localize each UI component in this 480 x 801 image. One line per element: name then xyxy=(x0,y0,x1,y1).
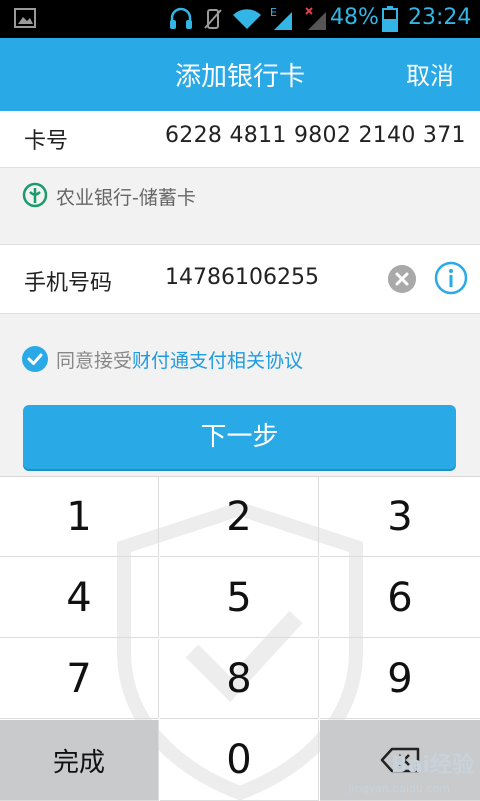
clock: 23:24 xyxy=(408,5,472,30)
agreement: 同意接受 财付通支付相关协议 xyxy=(22,344,303,374)
wifi-icon xyxy=(233,9,261,29)
title-bar: 添加银行卡 取消 xyxy=(0,38,480,111)
key-8[interactable]: 8 xyxy=(160,639,319,719)
battery-percent: 48% xyxy=(330,5,379,30)
card-number-row: 卡号 6228 4811 9802 2140 371 xyxy=(0,111,480,168)
agreement-text: 同意接受 xyxy=(56,349,133,372)
card-number-value: 6228 4811 9802 2140 371 xyxy=(165,123,466,148)
battery-icon xyxy=(382,6,398,32)
bank-name: 农业银行-储蓄卡 xyxy=(56,187,196,209)
status-bar: E 48% 23:24 xyxy=(0,0,480,38)
key-4[interactable]: 4 xyxy=(0,558,159,638)
info-icon[interactable] xyxy=(434,261,468,295)
bank-info: 农业银行-储蓄卡 xyxy=(0,168,480,220)
key-6[interactable]: 6 xyxy=(320,558,480,638)
agreement-link[interactable]: 财付通支付相关协议 xyxy=(132,346,303,373)
phone-label: 手机号码 xyxy=(24,271,113,296)
status-icons: E xyxy=(168,6,330,32)
screenshot-icon xyxy=(14,8,36,28)
done-key[interactable]: 完成 xyxy=(0,720,159,801)
baidu-watermark-url: jingyan.baidu.com xyxy=(348,782,450,795)
next-button[interactable]: 下一步 xyxy=(23,405,456,469)
key-5[interactable]: 5 xyxy=(160,558,319,638)
key-7[interactable]: 7 xyxy=(0,639,159,719)
key-9[interactable]: 9 xyxy=(320,639,480,719)
signal-e-icon: E xyxy=(270,6,292,30)
card-number-label: 卡号 xyxy=(24,129,69,154)
numeric-keypad: 1 2 3 4 5 6 7 8 9 完成 0 Bai经验 jingyan.bai… xyxy=(0,476,480,801)
phone-row: 手机号码 14786106255 xyxy=(0,244,480,314)
svg-text:E: E xyxy=(270,6,277,19)
headset-icon xyxy=(170,7,192,29)
key-2[interactable]: 2 xyxy=(160,477,319,557)
baidu-watermark: Bai经验 xyxy=(390,753,474,778)
cancel-button[interactable]: 取消 xyxy=(406,56,454,91)
key-3[interactable]: 3 xyxy=(320,477,480,557)
abc-bank-logo-icon xyxy=(22,182,48,208)
phone-input[interactable]: 14786106255 xyxy=(165,265,319,290)
clear-icon[interactable] xyxy=(388,265,416,293)
vibrate-off-icon xyxy=(204,9,222,29)
agreement-checkbox[interactable] xyxy=(22,346,48,372)
signal-no-service-icon xyxy=(305,7,326,30)
key-1[interactable]: 1 xyxy=(0,477,159,557)
key-0[interactable]: 0 xyxy=(160,720,319,801)
